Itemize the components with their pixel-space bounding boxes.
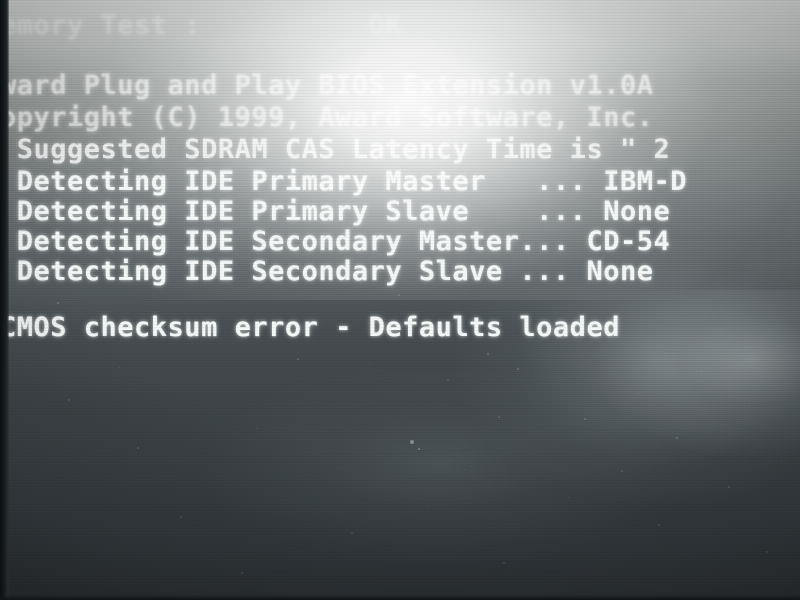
crt-background [0, 0, 800, 600]
crt-monitor-screen: emory Test : OKward Plug and Play BIOS E… [0, 0, 800, 600]
